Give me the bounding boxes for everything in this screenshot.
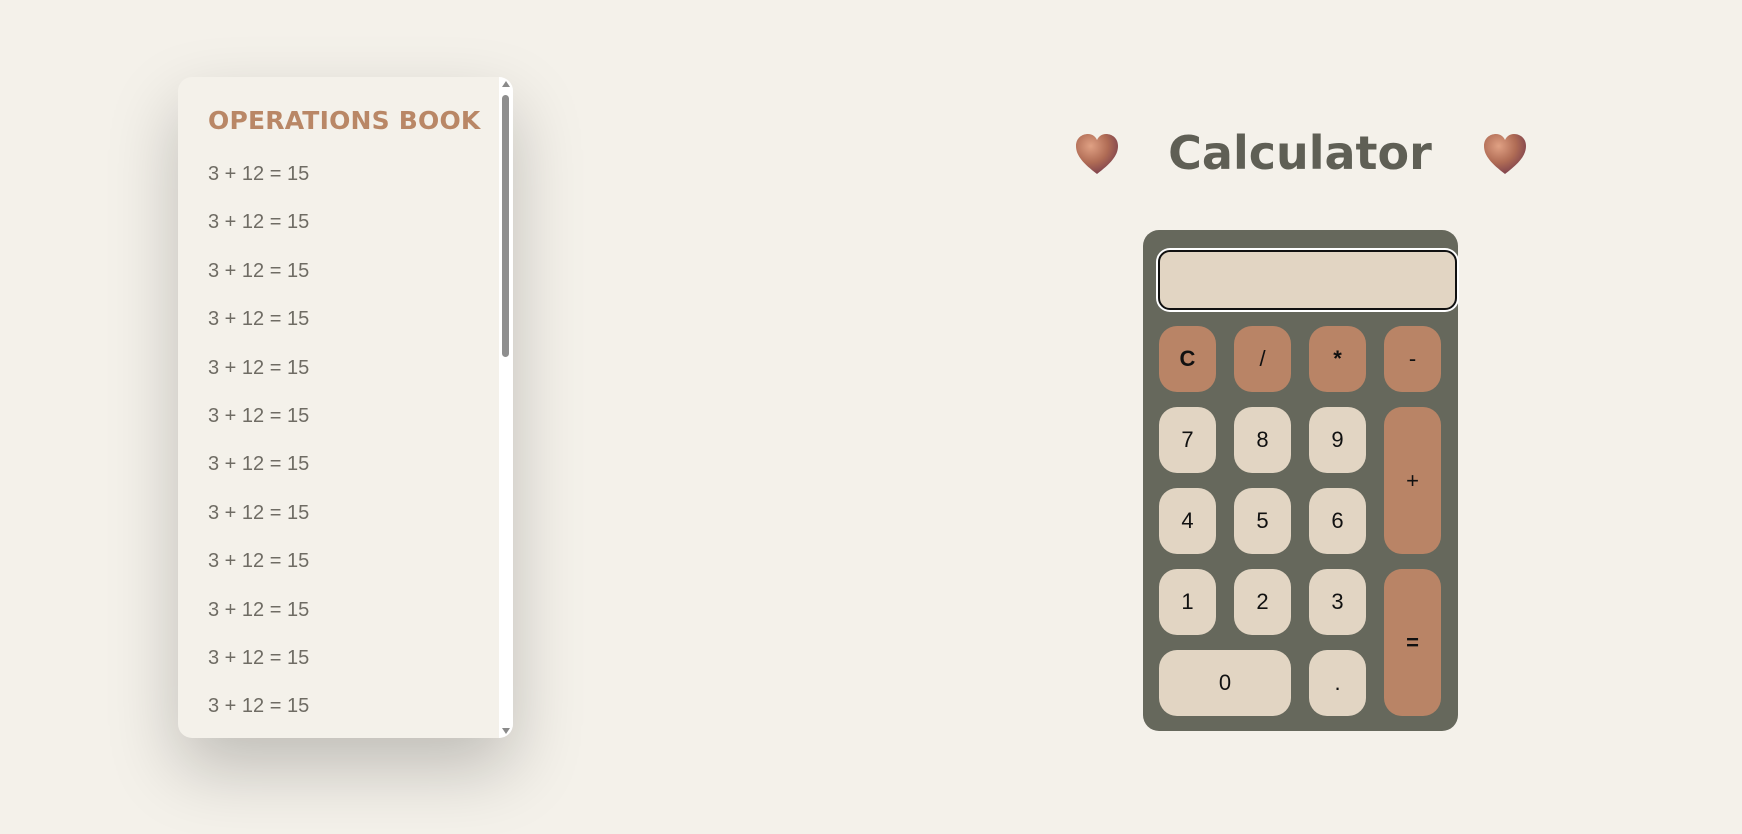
divide-button[interactable]: /	[1234, 326, 1291, 392]
operations-book-content: OPERATIONS BOOK 3 + 12 = 15 3 + 12 = 15 …	[178, 77, 499, 738]
equals-button[interactable]: =	[1384, 569, 1441, 716]
operation-entry: 3 + 12 = 15	[208, 550, 310, 573]
heart-icon	[1482, 132, 1528, 176]
digit-5-button[interactable]: 5	[1234, 488, 1291, 554]
operation-entry: 3 + 12 = 15	[208, 211, 310, 234]
digit-7-button[interactable]: 7	[1159, 407, 1216, 473]
operation-entry: 3 + 12 = 15	[208, 404, 310, 427]
digit-2-button[interactable]: 2	[1234, 569, 1291, 635]
operation-entry: 3 + 12 = 15	[208, 163, 310, 185]
operation-entry: 3 + 12 = 15	[208, 695, 310, 718]
operations-list: 3 + 12 = 15 3 + 12 = 15 3 + 12 = 15 3 + …	[208, 163, 309, 738]
add-button[interactable]: +	[1384, 407, 1441, 554]
operation-entry: 3 + 12 = 15	[208, 259, 310, 282]
calculator-display[interactable]	[1158, 250, 1457, 310]
calculator-header: Calculator	[1070, 118, 1530, 190]
subtract-button[interactable]: -	[1384, 326, 1441, 392]
multiply-button[interactable]: *	[1309, 326, 1366, 392]
digit-4-button[interactable]: 4	[1159, 488, 1216, 554]
operation-entry: 3 + 12 = 15	[208, 356, 310, 379]
operations-book-panel: OPERATIONS BOOK 3 + 12 = 15 3 + 12 = 15 …	[178, 77, 513, 738]
calculator: C / * - 7 8 9 + 4 5 6 1 2 3 = 0 .	[1143, 230, 1458, 731]
digit-6-button[interactable]: 6	[1309, 488, 1366, 554]
operation-entry: 3 + 12 = 15	[208, 501, 310, 524]
operations-book-scrollbar[interactable]	[499, 77, 513, 738]
scroll-up-arrow-icon[interactable]	[502, 81, 510, 87]
calculator-title: Calculator	[1168, 126, 1432, 180]
operation-entry: 3 + 12 = 15	[208, 598, 310, 621]
digit-1-button[interactable]: 1	[1159, 569, 1216, 635]
page: OPERATIONS BOOK 3 + 12 = 15 3 + 12 = 15 …	[0, 0, 1742, 834]
clear-button[interactable]: C	[1159, 326, 1216, 392]
digit-9-button[interactable]: 9	[1309, 407, 1366, 473]
operation-entry: 3 + 12 = 15	[208, 308, 310, 331]
operations-book-title: OPERATIONS BOOK	[208, 106, 481, 135]
operation-entry: 3 + 12 = 15	[208, 453, 310, 476]
decimal-button[interactable]: .	[1309, 650, 1366, 716]
operation-entry: 3 + 12 = 15	[208, 646, 310, 669]
scrollbar-thumb[interactable]	[502, 95, 509, 357]
digit-0-button[interactable]: 0	[1159, 650, 1291, 716]
digit-3-button[interactable]: 3	[1309, 569, 1366, 635]
digit-8-button[interactable]: 8	[1234, 407, 1291, 473]
scroll-down-arrow-icon[interactable]	[502, 728, 510, 734]
